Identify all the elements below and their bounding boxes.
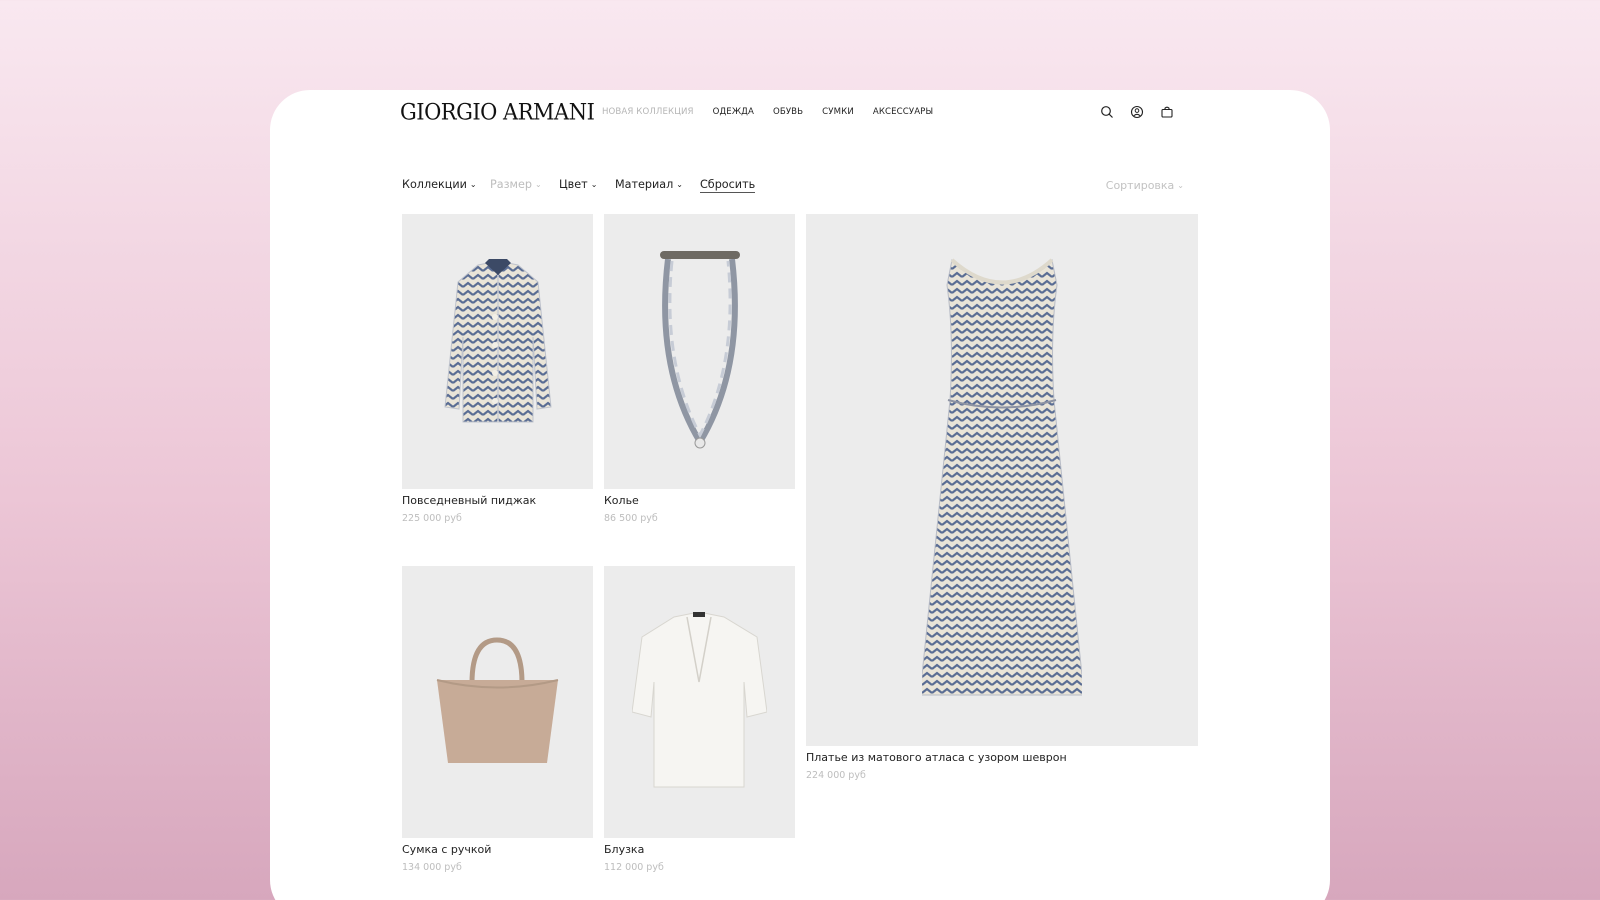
product-name[interactable]: Колье bbox=[604, 494, 795, 507]
main-nav: НОВАЯ КОЛЛЕКЦИЯ ОДЕЖДА ОБУВЬ СУМКИ АКСЕС… bbox=[602, 107, 952, 117]
filter-size-label: Размер bbox=[490, 178, 532, 191]
product-name[interactable]: Повседневный пиджак bbox=[402, 494, 593, 507]
product-price: 134 000 руб bbox=[402, 862, 462, 873]
product-card-blouse[interactable]: Блузка 112 000 руб bbox=[604, 566, 795, 873]
product-card-necklace[interactable]: Колье 86 500 руб bbox=[604, 214, 795, 524]
reset-filters-link[interactable]: Сбросить bbox=[700, 178, 756, 193]
product-image-blouse[interactable] bbox=[604, 566, 795, 838]
product-image-handbag[interactable] bbox=[402, 566, 593, 838]
chevron-down-icon: ⌄ bbox=[1177, 181, 1184, 190]
filter-bar: Коллекции ⌄ Размер ⌄ Цвет ⌄ Материал ⌄ Сброс… bbox=[402, 178, 1184, 196]
nav-item-bags[interactable]: СУМКИ bbox=[822, 107, 854, 117]
filter-color-label: Цвет bbox=[559, 178, 588, 191]
chevron-down-icon: ⌄ bbox=[590, 180, 598, 189]
chevron-down-icon: ⌄ bbox=[676, 180, 683, 189]
filter-collections-label: Коллекции bbox=[402, 178, 467, 191]
brand-logo[interactable]: GIORGIO ARMANI bbox=[400, 99, 595, 124]
product-price: 224 000 руб bbox=[806, 770, 866, 781]
sort-label: Сортировка bbox=[1105, 179, 1175, 192]
nav-item-accessories[interactable]: АКСЕССУАРЫ bbox=[873, 107, 933, 117]
nav-item-new-collection[interactable]: НОВАЯ КОЛЛЕКЦИЯ bbox=[602, 107, 694, 117]
search-icon[interactable] bbox=[1100, 104, 1114, 118]
product-price: 112 000 руб bbox=[604, 862, 664, 873]
page-card: GIORGIO ARMANI НОВАЯ КОЛЛЕКЦИЯ ОДЕЖДА ОБ… bbox=[270, 90, 1330, 900]
product-name[interactable]: Блузка bbox=[604, 843, 795, 856]
filter-material[interactable]: Материал ⌄ bbox=[615, 178, 683, 191]
nav-item-shoes[interactable]: ОБУВЬ bbox=[773, 107, 803, 117]
product-image-jacket[interactable] bbox=[402, 214, 593, 489]
filter-material-label: Материал bbox=[615, 178, 674, 191]
chevron-down-icon: ⌄ bbox=[534, 180, 542, 189]
product-card-handbag[interactable]: Сумка с ручкой 134 000 руб bbox=[402, 566, 593, 873]
bag-icon[interactable] bbox=[1160, 104, 1174, 118]
header-icons bbox=[1100, 104, 1174, 119]
product-image-dress[interactable] bbox=[806, 214, 1198, 746]
necklace-image bbox=[659, 250, 740, 448]
product-name[interactable]: Платье из матового атласа с узором шевро… bbox=[806, 751, 1198, 764]
product-price: 86 500 руб bbox=[604, 513, 658, 524]
filter-collections[interactable]: Коллекции ⌄ bbox=[402, 178, 477, 191]
reset-label: Сбросить bbox=[700, 178, 756, 193]
sort-dropdown[interactable]: Сортировка ⌄ bbox=[1106, 179, 1184, 192]
dress-image bbox=[922, 258, 1082, 696]
product-image-necklace[interactable] bbox=[604, 214, 795, 489]
product-card-dress[interactable]: Платье из матового атласа с узором шевро… bbox=[806, 214, 1198, 781]
nav-item-clothing[interactable]: ОДЕЖДА bbox=[713, 107, 754, 117]
filter-color[interactable]: Цвет ⌄ bbox=[559, 178, 597, 191]
jacket-image bbox=[443, 258, 552, 422]
product-name[interactable]: Сумка с ручкой bbox=[402, 843, 593, 856]
product-card-jacket[interactable]: Повседневный пиджак 225 000 руб bbox=[402, 214, 593, 524]
chevron-down-icon: ⌄ bbox=[469, 180, 477, 189]
blouse-image bbox=[632, 612, 767, 788]
handbag-image bbox=[436, 636, 559, 763]
user-icon[interactable] bbox=[1130, 104, 1144, 119]
product-price: 225 000 руб bbox=[402, 513, 462, 524]
filter-size[interactable]: Размер ⌄ bbox=[490, 178, 542, 191]
